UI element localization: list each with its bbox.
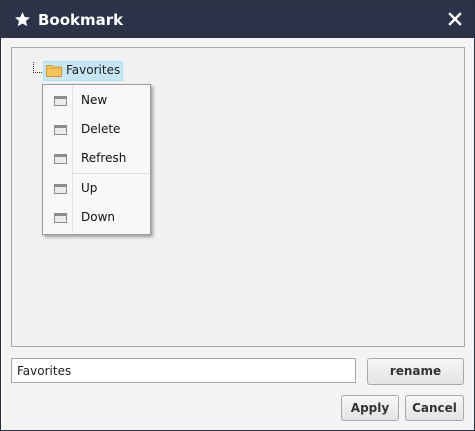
window-title: Bookmark — [38, 11, 124, 29]
menu-item-icon — [54, 213, 67, 223]
folder-icon — [46, 65, 62, 77]
bookmark-name-input[interactable] — [11, 358, 356, 383]
bookmark-dialog: Bookmark Favorites New Delete Refresh Up… — [0, 0, 475, 431]
tree-node-favorites[interactable]: Favorites — [43, 61, 123, 81]
menu-item-label: Refresh — [81, 151, 127, 165]
close-icon[interactable] — [447, 11, 463, 27]
bookmark-tree[interactable]: Favorites New Delete Refresh Up Down — [11, 47, 465, 347]
menu-item-label: New — [81, 93, 108, 107]
menu-item-refresh[interactable]: Refresh — [43, 144, 150, 173]
menu-item-icon — [54, 154, 67, 164]
menu-item-icon — [54, 96, 67, 106]
menu-item-up[interactable]: Up — [43, 174, 150, 203]
star-icon — [15, 12, 30, 27]
menu-item-label: Delete — [81, 122, 121, 136]
cancel-button[interactable]: Cancel — [405, 395, 464, 421]
menu-item-icon — [54, 184, 67, 194]
title-bar[interactable]: Bookmark — [1, 1, 474, 38]
menu-item-label: Up — [81, 181, 98, 195]
context-menu: New Delete Refresh Up Down — [42, 84, 151, 235]
menu-item-icon — [54, 125, 67, 135]
tree-node-label: Favorites — [66, 63, 121, 77]
menu-item-label: Down — [81, 210, 116, 224]
menu-item-delete[interactable]: Delete — [43, 115, 150, 144]
rename-button[interactable]: rename — [367, 358, 464, 385]
menu-item-new[interactable]: New — [43, 86, 150, 115]
menu-item-down[interactable]: Down — [43, 203, 150, 232]
apply-button[interactable]: Apply — [341, 395, 399, 421]
